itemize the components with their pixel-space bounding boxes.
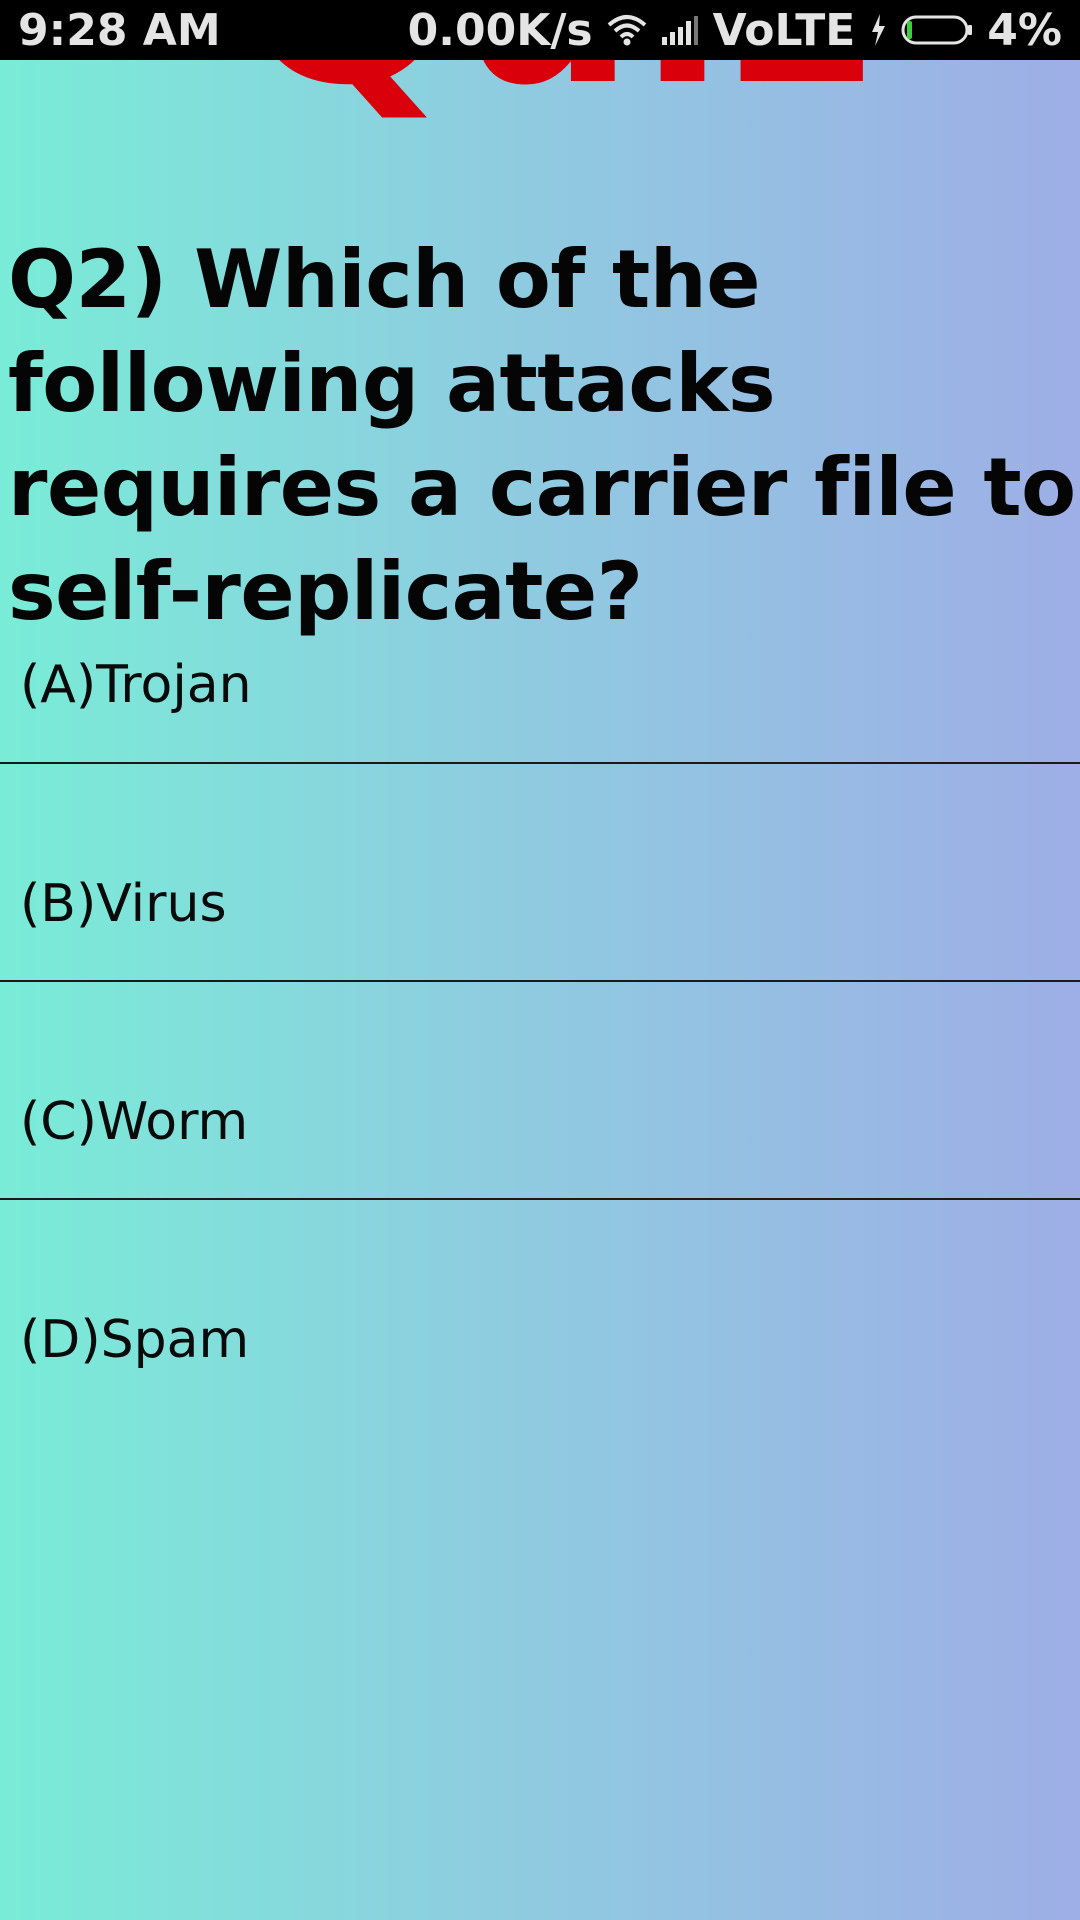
option-divider [0, 1198, 1080, 1200]
wifi-icon [607, 13, 647, 47]
option-b-label: (B)Virus [20, 874, 227, 934]
status-right-group: 0.00K/s VoLTE 4% [408, 5, 1062, 56]
signal-icon [661, 15, 699, 45]
option-c-label: (C)Worm [20, 1092, 249, 1152]
network-speed: 0.00K/s [407, 4, 593, 56]
option-a[interactable]: (A)Trojan [0, 565, 1080, 783]
status-bar: 9:28 AM 0.00K/s VoLTE 4% [0, 0, 1080, 60]
battery-percent: 4% [987, 4, 1062, 56]
option-divider [0, 980, 1080, 982]
option-a-label: (A)Trojan [20, 655, 252, 715]
battery-icon [901, 14, 973, 46]
option-d[interactable]: (D)Spam [0, 1220, 1080, 1438]
network-type: VoLTE [712, 4, 856, 56]
option-b[interactable]: (B)Virus [0, 784, 1080, 1002]
option-c[interactable]: (C)Worm [0, 1002, 1080, 1220]
option-divider [0, 762, 1080, 764]
charging-icon [869, 13, 887, 47]
option-d-label: (D)Spam [20, 1310, 250, 1370]
status-time: 9:28 AM [18, 4, 221, 56]
